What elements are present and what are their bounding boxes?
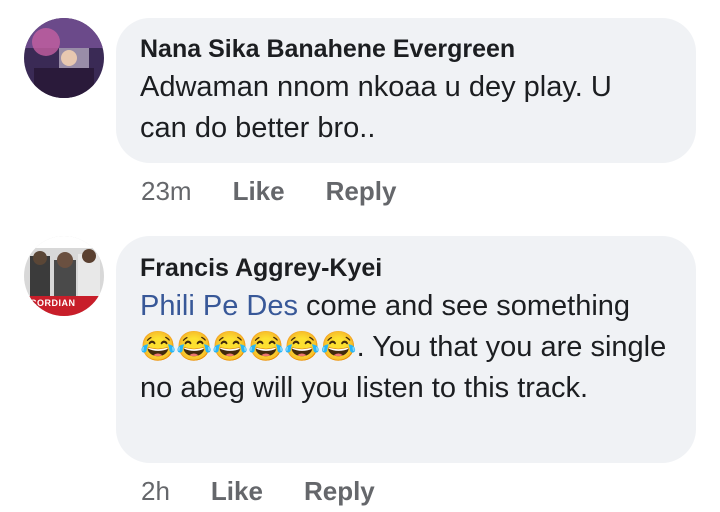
- comment-actions: 2h Like Reply: [141, 476, 375, 507]
- comment-text: Phili Pe Des come and see something 😂😂😂😂…: [140, 286, 670, 409]
- avatar[interactable]: [24, 18, 104, 98]
- comment-timestamp[interactable]: 2h: [141, 476, 170, 507]
- like-button[interactable]: Like: [211, 476, 263, 507]
- comment-actions: 23m Like Reply: [141, 176, 396, 207]
- reply-button[interactable]: Reply: [326, 176, 397, 207]
- comment-bubble: Francis Aggrey-Kyei Phili Pe Des come an…: [116, 236, 696, 463]
- reply-button[interactable]: Reply: [304, 476, 375, 507]
- mention-link[interactable]: Phili Pe Des: [140, 290, 298, 322]
- like-button[interactable]: Like: [233, 176, 285, 207]
- comment-author[interactable]: Francis Aggrey-Kyei: [140, 253, 672, 283]
- avatar[interactable]: CORDIAN: [24, 236, 104, 316]
- comment-timestamp[interactable]: 23m: [141, 176, 192, 207]
- avatar-caption: CORDIAN: [30, 298, 76, 308]
- comment-author[interactable]: Nana Sika Banahene Evergreen: [140, 34, 672, 64]
- comment-text: Adwaman nnom nkoaa u dey play. U can do …: [140, 71, 612, 144]
- comment-bubble: Nana Sika Banahene Evergreen Adwaman nno…: [116, 18, 696, 163]
